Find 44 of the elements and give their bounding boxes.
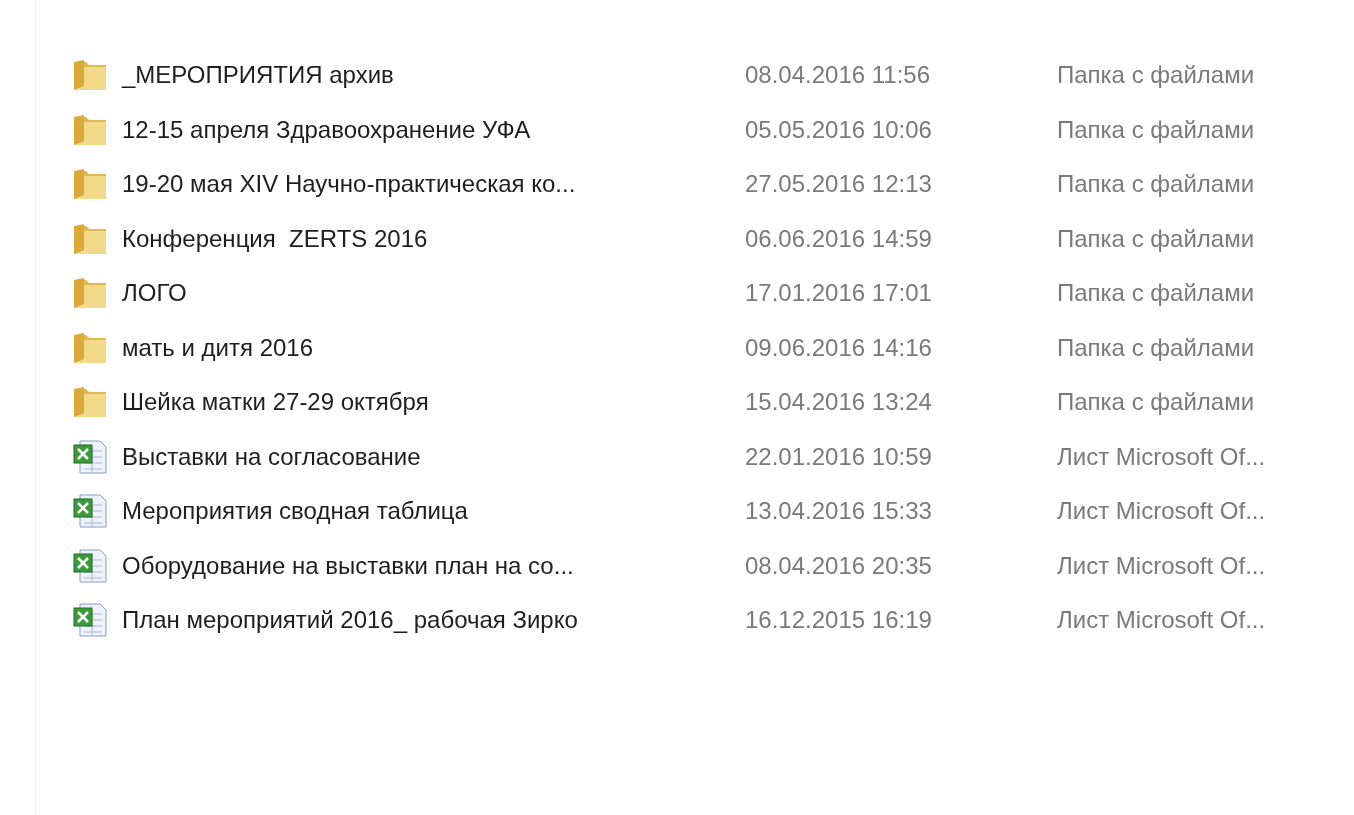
date-modified: 05.05.2016 10:06 [745, 115, 933, 144]
folder-icon [72, 221, 108, 256]
file-type: Папка с файлами [1057, 388, 1256, 417]
file-name[interactable]: План мероприятий 2016_ рабочая Зирко [122, 606, 745, 635]
folder-icon [72, 167, 108, 202]
date-modified: 15.04.2016 13:24 [745, 388, 933, 417]
date-modified: 16.12.2015 16:19 [745, 606, 933, 635]
folder-icon [72, 385, 108, 420]
date-modified: 08.04.2016 20:35 [745, 551, 933, 580]
spreadsheet-icon [72, 438, 108, 475]
file-type: Лист Microsoft Of... [1057, 497, 1267, 526]
file-name[interactable]: Выставки на согласование [122, 442, 745, 471]
folder-icon [72, 330, 108, 365]
spreadsheet-icon [72, 547, 108, 584]
date-modified: 27.05.2016 12:13 [745, 170, 933, 199]
file-type: Папка с файлами [1057, 224, 1256, 253]
file-type: Папка с файлами [1057, 333, 1256, 362]
file-type: Лист Microsoft Of... [1057, 551, 1267, 580]
file-name[interactable]: Оборудование на выставки план на со... [122, 551, 745, 580]
spreadsheet-icon [72, 493, 108, 530]
date-modified: 17.01.2016 17:01 [745, 279, 933, 308]
file-name[interactable]: Шейка матки 27-29 октября [122, 388, 745, 417]
file-name[interactable]: 19-20 мая XIV Научно-практическая ко... [122, 170, 745, 199]
file-name[interactable]: ЛОГО [122, 279, 745, 308]
file-name[interactable]: мать и дитя 2016 [122, 333, 745, 362]
date-modified: 22.01.2016 10:59 [745, 442, 933, 471]
date-modified: 08.04.2016 11:56 [745, 61, 932, 90]
spreadsheet-icon [72, 602, 108, 639]
file-name[interactable]: 12-15 апреля Здравоохранение УФА [122, 115, 745, 144]
folder-icon [72, 112, 108, 147]
file-type: Папка с файлами [1057, 61, 1256, 90]
date-modified: 13.04.2016 15:33 [745, 497, 933, 526]
date-modified: 09.06.2016 14:16 [745, 333, 933, 362]
file-type: Лист Microsoft Of... [1057, 606, 1267, 635]
folder-icon [72, 276, 108, 311]
file-type: Папка с файлами [1057, 115, 1256, 144]
file-name[interactable]: Мероприятия сводная таблица [122, 497, 745, 526]
file-type: Лист Microsoft Of... [1057, 442, 1267, 471]
folder-icon [72, 58, 108, 93]
date-modified: 06.06.2016 14:59 [745, 224, 933, 253]
file-name[interactable]: _МЕРОПРИЯТИЯ архив [122, 61, 745, 90]
file-name[interactable]: Конференция ZERTS 2016 [122, 224, 745, 253]
file-type: Папка с файлами [1057, 170, 1256, 199]
file-type: Папка с файлами [1057, 279, 1256, 308]
